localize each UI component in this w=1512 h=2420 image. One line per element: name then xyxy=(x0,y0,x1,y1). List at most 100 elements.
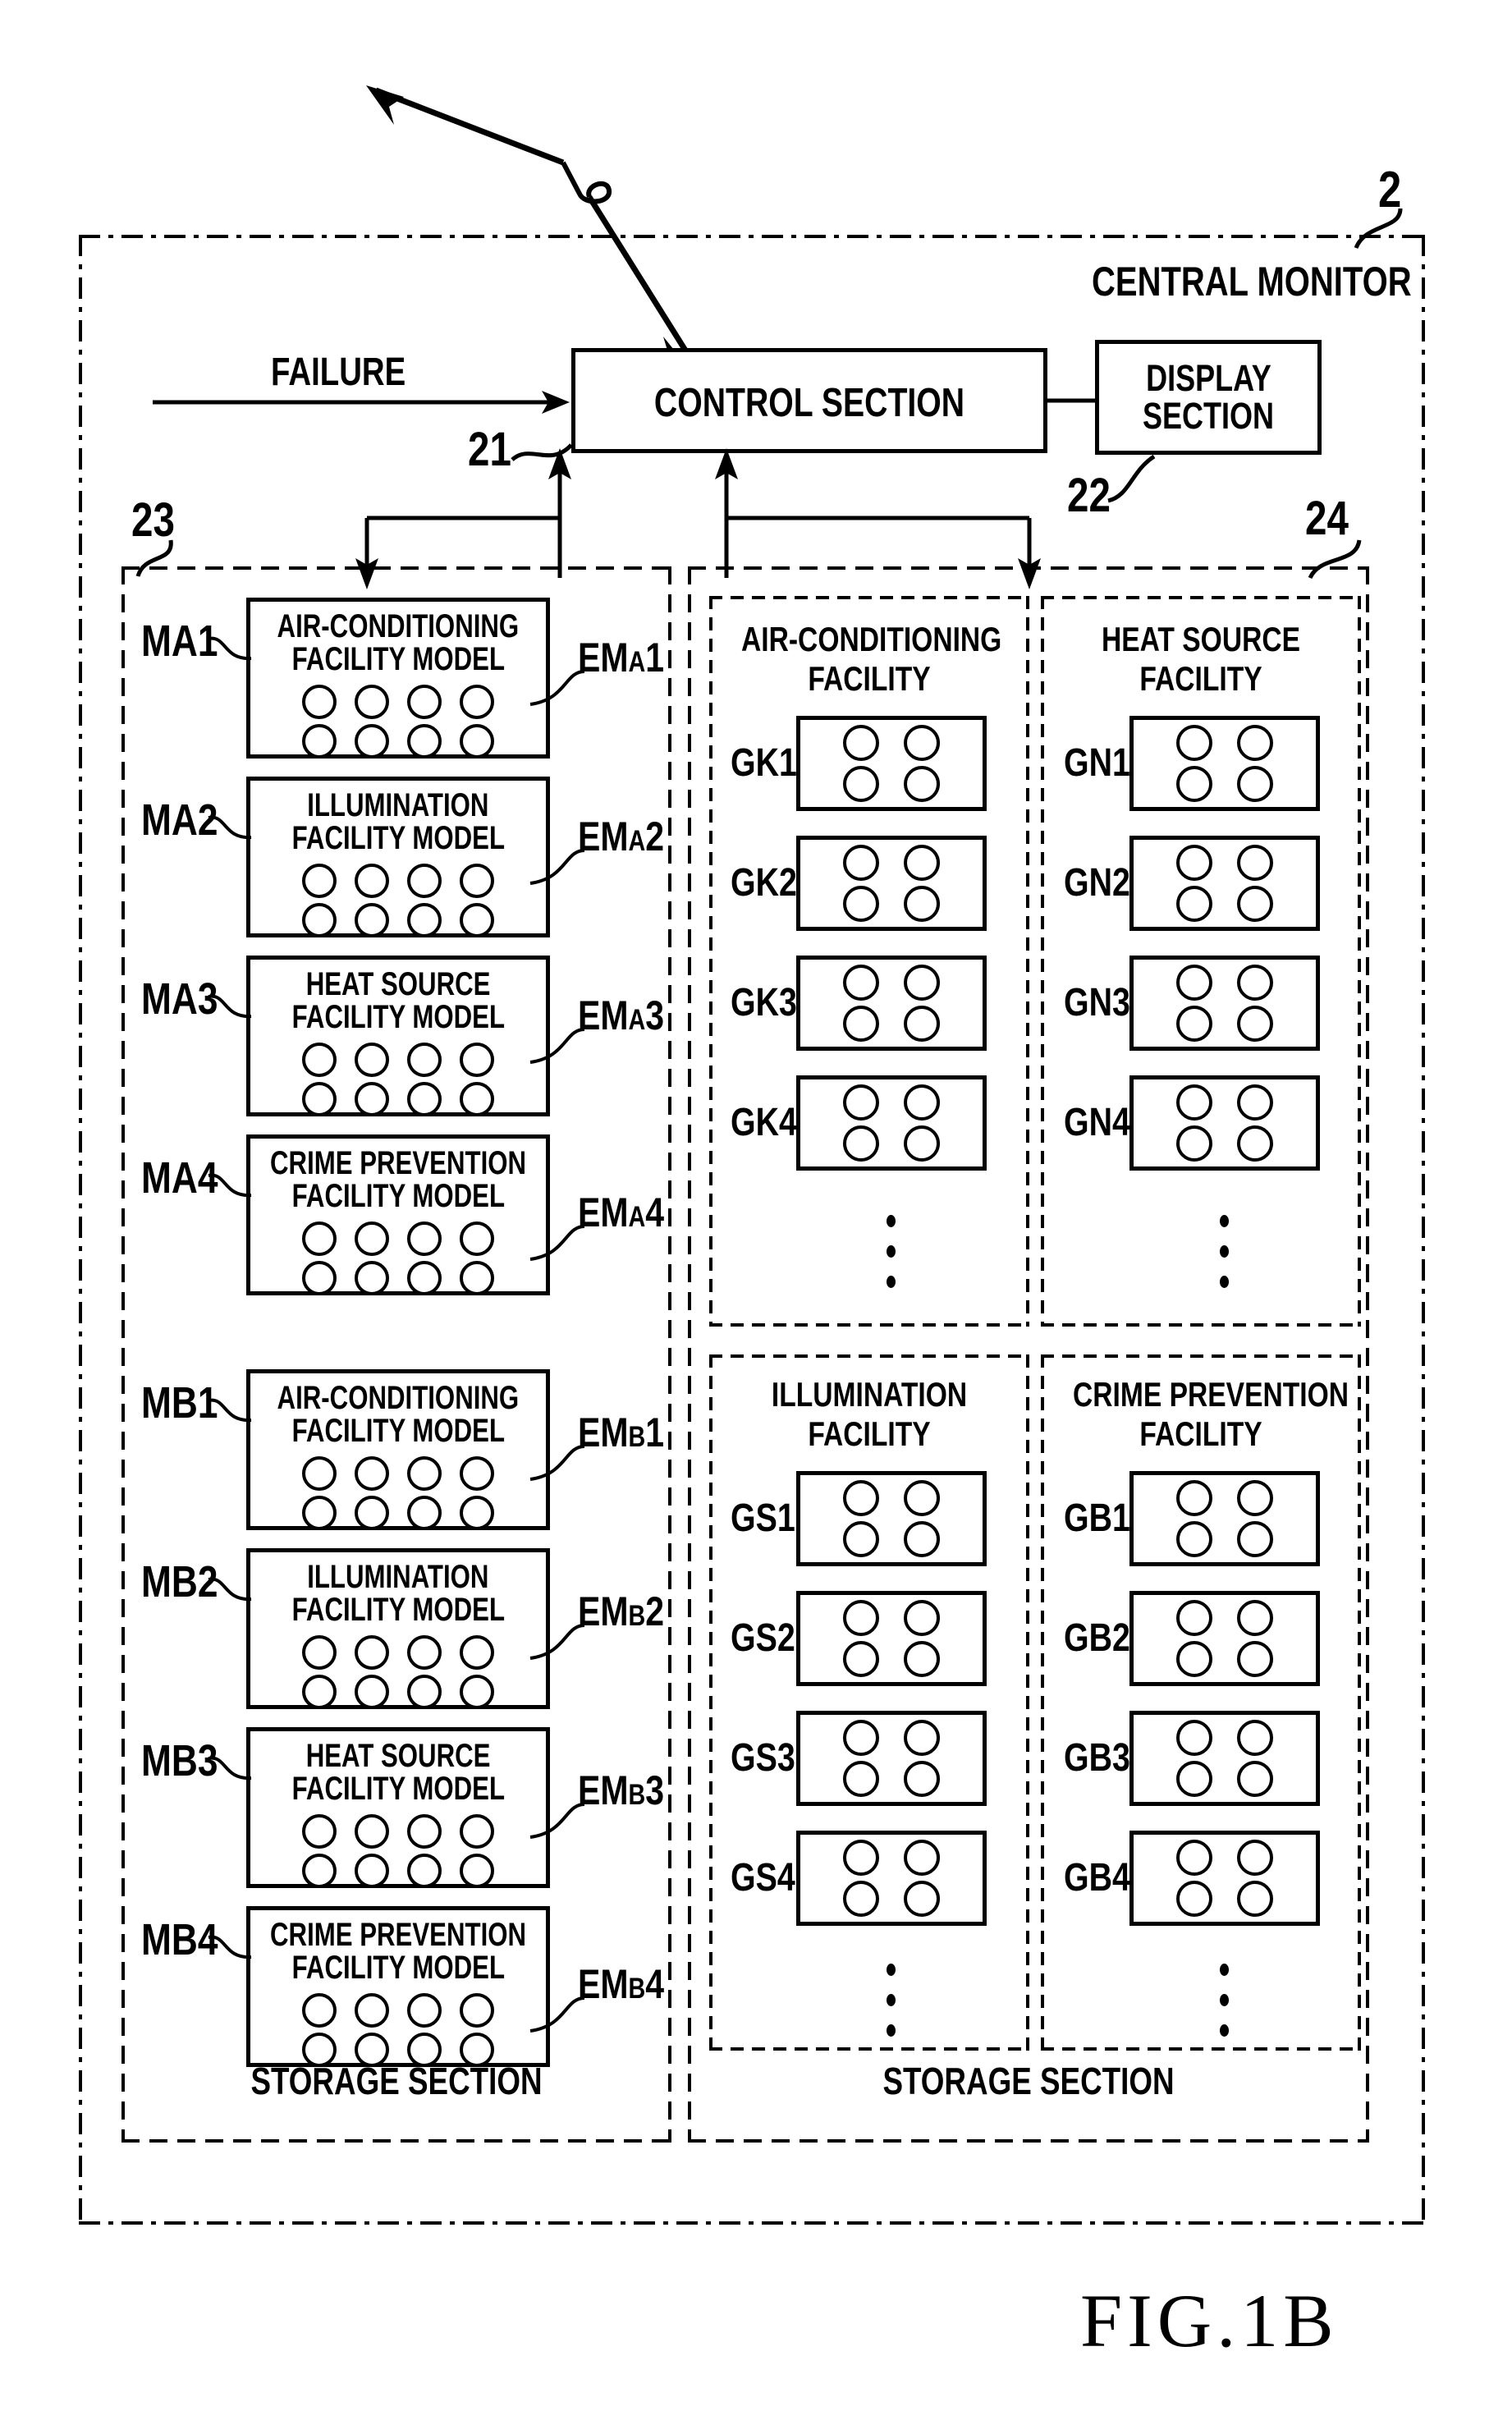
item-label-GK1: GK1 xyxy=(731,741,797,785)
circle xyxy=(355,2033,389,2067)
circle xyxy=(1176,1480,1212,1516)
facility-circles xyxy=(1164,962,1285,1044)
facility-box-GB2[interactable] xyxy=(1129,1591,1320,1686)
circle xyxy=(1176,1641,1212,1677)
item-label-GN1: GN1 xyxy=(1064,741,1130,785)
item-label-GS2: GS2 xyxy=(731,1616,795,1660)
facility-box-GN1[interactable] xyxy=(1129,716,1320,811)
circle xyxy=(355,1675,389,1709)
element-ref-EMB2-num: 2 xyxy=(645,1588,665,1634)
model-box-MB4[interactable]: CRIME PREVENTION FACILITY MODEL xyxy=(246,1906,550,2067)
element-ref-EMB4-sub: B xyxy=(628,1973,646,2005)
circle xyxy=(355,724,389,759)
circle xyxy=(302,2033,337,2067)
model-title-line2: FACILITY MODEL xyxy=(291,1592,505,1628)
facility-circles xyxy=(831,962,952,1044)
display-section-line2: SECTION xyxy=(1142,395,1275,437)
facility-box-GS3[interactable] xyxy=(796,1711,987,1806)
circle xyxy=(843,965,879,1001)
circle xyxy=(355,1261,389,1295)
display-section-box[interactable]: DISPLAY SECTION xyxy=(1095,340,1322,455)
panel-title-line1: HEAT SOURCE xyxy=(1101,620,1301,658)
model-box-MA2[interactable]: ILLUMINATION FACILITY MODEL xyxy=(246,777,550,937)
control-section-box[interactable]: CONTROL SECTION xyxy=(571,348,1047,453)
model-title-line1: ILLUMINATION xyxy=(307,1559,489,1595)
circle xyxy=(904,845,940,881)
model-box-MA4[interactable]: CRIME PREVENTION FACILITY MODEL xyxy=(246,1134,550,1295)
circle xyxy=(302,1221,337,1256)
circle xyxy=(904,1761,940,1797)
facility-box-GB4[interactable] xyxy=(1129,1831,1320,1926)
central-monitor-title: CENTRAL MONITOR xyxy=(1092,259,1412,305)
circle xyxy=(1176,1840,1212,1876)
element-ref-EMA2: EMA2 xyxy=(578,813,664,860)
facility-circles xyxy=(831,1717,952,1799)
circle xyxy=(1237,886,1273,922)
element-ref-EMB1-leader xyxy=(529,1445,585,1481)
circle xyxy=(302,1496,337,1530)
facility-box-GS4[interactable] xyxy=(796,1831,987,1926)
circle xyxy=(407,1675,442,1709)
element-ref-EMA3-leader xyxy=(529,1028,585,1064)
facility-box-GN4[interactable] xyxy=(1129,1075,1320,1171)
element-ref-EMB1: EMB1 xyxy=(578,1409,664,1456)
model-box-MB3[interactable]: HEAT SOURCE FACILITY MODEL xyxy=(246,1727,550,1888)
panel-ellipsis-heat-source xyxy=(1220,1215,1229,1288)
circle xyxy=(355,1635,389,1670)
circle xyxy=(1176,845,1212,881)
model-box-MA3[interactable]: HEAT SOURCE FACILITY MODEL xyxy=(246,956,550,1116)
circle xyxy=(407,1221,442,1256)
facility-box-GK3[interactable] xyxy=(796,956,987,1051)
element-ref-EMB2-sub: B xyxy=(628,1600,646,1632)
circle xyxy=(1176,1600,1212,1636)
model-box-MB2[interactable]: ILLUMINATION FACILITY MODEL xyxy=(246,1548,550,1709)
model-circles xyxy=(293,1812,503,1891)
model-ref-MB1-leader xyxy=(208,1398,252,1423)
circle xyxy=(407,903,442,937)
element-ref-EMA3-sub: A xyxy=(628,1004,646,1036)
circle xyxy=(1237,845,1273,881)
circle xyxy=(904,1084,940,1121)
item-label-GK4: GK4 xyxy=(731,1101,797,1144)
element-ref-EMA2-leader xyxy=(529,849,585,885)
circle xyxy=(904,1125,940,1162)
panel-crime-prevention-facility xyxy=(1041,1354,1361,2051)
model-box-MB1[interactable]: AIR-CONDITIONING FACILITY MODEL xyxy=(246,1369,550,1530)
element-ref-EMA4-sub: A xyxy=(628,1201,646,1233)
panel-title-line1: AIR-CONDITIONING xyxy=(741,620,1002,658)
facility-box-GK4[interactable] xyxy=(796,1075,987,1171)
facility-box-GK2[interactable] xyxy=(796,836,987,931)
facility-box-GN3[interactable] xyxy=(1129,956,1320,1051)
facility-box-GS1[interactable] xyxy=(796,1471,987,1566)
circle xyxy=(407,1043,442,1077)
circle xyxy=(1176,1006,1212,1042)
circle xyxy=(407,1635,442,1670)
panel-ellipsis-illumination xyxy=(887,1964,896,2037)
element-ref-EMA1-num: 1 xyxy=(645,635,665,681)
element-ref-EMB3: EMB3 xyxy=(578,1767,664,1814)
circle xyxy=(904,1840,940,1876)
facility-box-GK1[interactable] xyxy=(796,716,987,811)
item-label-GS4: GS4 xyxy=(731,1856,795,1900)
element-ref-EMA1-sub: A xyxy=(628,646,646,678)
circle xyxy=(355,1854,389,1888)
circle xyxy=(1176,965,1212,1001)
model-box-MA1[interactable]: AIR-CONDITIONING FACILITY MODEL xyxy=(246,598,550,759)
circle xyxy=(1237,1600,1273,1636)
circle xyxy=(355,1043,389,1077)
facility-box-GB3[interactable] xyxy=(1129,1711,1320,1806)
facility-box-GS2[interactable] xyxy=(796,1591,987,1686)
facility-box-GN2[interactable] xyxy=(1129,836,1320,931)
circle xyxy=(460,1082,494,1116)
circle xyxy=(355,1993,389,2028)
element-ref-EMA1-leader xyxy=(529,670,585,706)
circle xyxy=(1176,1084,1212,1121)
model-title-line2: FACILITY MODEL xyxy=(291,1950,505,1986)
model-ref-MB4-leader xyxy=(208,1935,252,1959)
item-label-GK3: GK3 xyxy=(731,981,797,1024)
circle xyxy=(843,1521,879,1557)
circle xyxy=(843,1840,879,1876)
item-label-GB2: GB2 xyxy=(1064,1616,1130,1660)
element-ref-EMA4: EMA4 xyxy=(578,1189,664,1236)
facility-box-GB1[interactable] xyxy=(1129,1471,1320,1566)
